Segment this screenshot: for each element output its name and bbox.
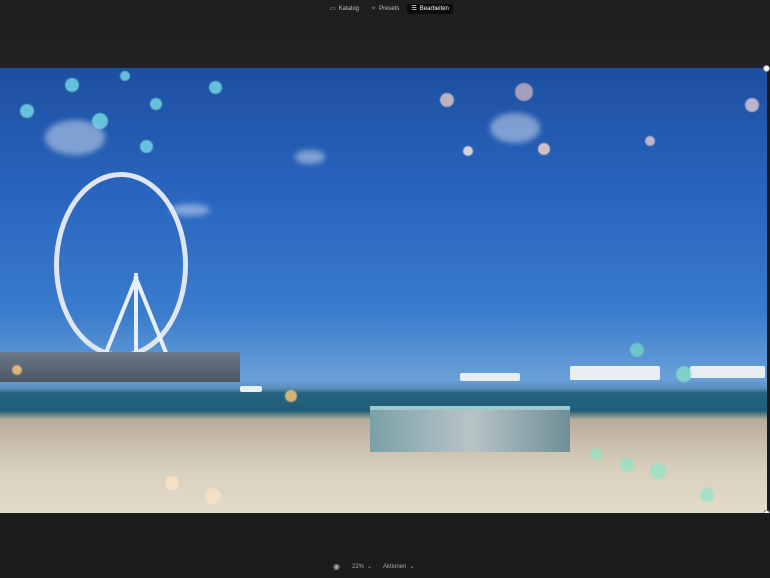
chevron-down-icon: ⌄	[367, 564, 373, 570]
bokeh-spot	[590, 448, 602, 460]
bokeh-spot	[538, 143, 550, 155]
ship	[460, 373, 520, 381]
bokeh-spot	[285, 390, 297, 402]
bokeh-spot	[12, 365, 22, 375]
bokeh-spot	[120, 71, 130, 81]
bokeh-spot	[676, 366, 692, 382]
sliders-icon: ☰	[411, 6, 417, 12]
photo-canvas[interactable]	[0, 68, 767, 513]
eye-icon: ◉	[333, 562, 340, 571]
mode-tabs: ▭ Katalog ✧ Presets ☰ Bearbeiten	[326, 4, 453, 14]
zoom-level: 22%	[352, 563, 365, 570]
bokeh-spot	[92, 113, 108, 129]
bokeh-spot	[20, 104, 34, 118]
bokeh-spot	[205, 488, 221, 504]
cloud	[490, 113, 540, 143]
bokeh-spot	[140, 140, 153, 153]
top-toolbar: ▭ Katalog ✧ Presets ☰ Bearbeiten	[0, 0, 770, 68]
beach-kiosk	[370, 406, 570, 452]
bokeh-spot	[440, 93, 454, 107]
bokeh-spot	[650, 463, 666, 479]
tab-katalog[interactable]: ▭ Katalog	[326, 4, 363, 14]
bokeh-spot	[463, 146, 473, 156]
bokeh-spot	[620, 458, 634, 472]
crop-handle-top-right[interactable]	[763, 65, 770, 72]
bokeh-spot	[150, 98, 162, 110]
tab-bearbeiten[interactable]: ☰ Bearbeiten	[407, 4, 453, 14]
actions-label: Aktionen	[383, 563, 407, 570]
skyline	[0, 352, 240, 382]
ferris-wheel	[54, 172, 188, 358]
actions-dropdown[interactable]: Aktionen ⌄	[383, 563, 415, 571]
bokeh-spot	[209, 81, 222, 94]
preview-toggle[interactable]: ◉	[333, 563, 340, 571]
bokeh-spot	[630, 343, 644, 357]
chevron-down-icon: ⌄	[409, 564, 415, 570]
bokeh-spot	[515, 83, 533, 101]
bokeh-spot	[645, 136, 655, 146]
tab-presets[interactable]: ✧ Presets	[367, 4, 403, 14]
cloud	[295, 150, 325, 164]
bokeh-spot	[165, 476, 179, 490]
bokeh-spot	[65, 78, 79, 92]
ship	[570, 366, 660, 380]
sparkle-icon: ✧	[371, 6, 377, 12]
ship	[240, 386, 262, 392]
bokeh-spot	[745, 98, 759, 112]
folder-icon: ▭	[330, 6, 336, 12]
ship	[690, 366, 765, 378]
zoom-dropdown[interactable]: 22% ⌄	[352, 563, 373, 571]
bokeh-spot	[700, 488, 714, 502]
